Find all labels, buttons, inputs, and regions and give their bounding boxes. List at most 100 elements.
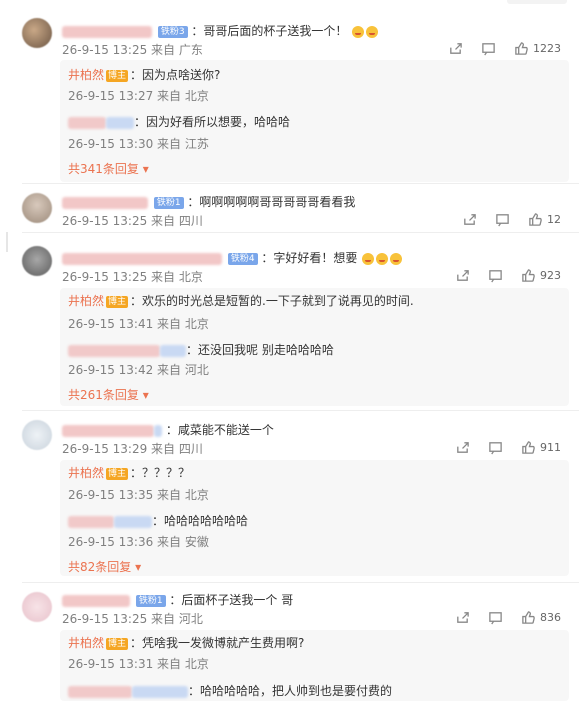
username-blurred[interactable] — [62, 196, 148, 209]
reply-meta: 26-9-15 13:41 来自 北京 — [68, 317, 209, 331]
reply-author[interactable]: 井柏然 — [68, 294, 104, 308]
reply-meta: 26-9-15 13:30 来自 江苏 — [68, 137, 209, 151]
reply-item: ：哈哈哈哈哈，把人帅到也是要付费的 — [68, 682, 392, 699]
comment-meta: 26-9-15 13:25 来自 四川 — [62, 214, 203, 228]
like-count: 923 — [540, 269, 561, 282]
divider — [22, 183, 579, 184]
chevron-down-icon: ▾ — [131, 560, 142, 574]
like-count: 12 — [547, 213, 561, 226]
more-replies-link[interactable]: 共261条回复 ▾ — [68, 386, 149, 403]
more-replies-label: 共341条回复 — [68, 162, 139, 176]
scroll-edge — [6, 232, 8, 252]
blogger-badge: 博主 — [106, 295, 129, 308]
like-count: 911 — [540, 441, 561, 454]
reply-text: ：哈哈哈哈哈哈哈 — [152, 514, 249, 528]
reply-meta: 26-9-15 13:35 来自 北京 — [68, 488, 209, 502]
comment-icon — [482, 43, 495, 56]
fan-badge: 铁粉1 — [153, 196, 184, 209]
username-blurred[interactable] — [68, 515, 114, 528]
more-replies-link[interactable]: 共341条回复 ▾ — [68, 160, 149, 177]
username-blurred[interactable] — [160, 344, 186, 357]
like-count: 836 — [540, 611, 561, 624]
comment-button[interactable] — [488, 440, 503, 455]
like-button[interactable]: 923 — [521, 268, 561, 283]
reply-item: 井柏然 博主 ：欢乐的时光总是短暂的.一下子就到了说再见的时间. — [68, 292, 414, 309]
reply-item: 井柏然 博主 ：凭啥我一发微博就产生费用啊? — [68, 634, 304, 651]
username-blurred[interactable] — [106, 116, 134, 129]
reply-author[interactable]: 井柏然 — [68, 68, 104, 82]
comment-icon — [496, 214, 509, 227]
comment-text: ：后面杯子送我一个 哥 — [169, 593, 294, 607]
avatar[interactable] — [22, 18, 52, 48]
comment-header: 铁粉1 ：后面杯子送我一个 哥 — [62, 591, 293, 608]
avatar[interactable] — [22, 193, 52, 223]
like-icon — [522, 441, 535, 454]
divider — [22, 410, 579, 411]
reply-item: ：还没回我呢 别走哈哈哈哈 — [68, 341, 334, 358]
username-blurred[interactable] — [132, 685, 188, 698]
comment-button[interactable] — [481, 41, 496, 56]
blogger-badge: 博主 — [106, 69, 129, 82]
emoji-icon — [366, 25, 379, 38]
username-blurred[interactable] — [68, 116, 106, 129]
reply-author[interactable]: 井柏然 — [68, 466, 104, 480]
username-blurred[interactable] — [62, 25, 152, 38]
divider — [22, 232, 579, 233]
username-blurred[interactable] — [114, 515, 152, 528]
share-button[interactable] — [455, 610, 470, 625]
like-button[interactable]: 836 — [521, 610, 561, 625]
comment-header: 铁粉4 ：字好好看！想要 — [62, 249, 403, 266]
share-button[interactable] — [462, 212, 477, 227]
comment-button[interactable] — [488, 268, 503, 283]
share-button[interactable] — [455, 268, 470, 283]
like-button[interactable]: 911 — [521, 440, 561, 455]
share-icon — [457, 612, 469, 623]
share-icon — [464, 214, 476, 225]
comment-header: 铁粉3 ：哥哥后面的杯子送我一个！ — [62, 22, 379, 39]
username-blurred[interactable] — [154, 424, 162, 437]
avatar[interactable] — [22, 246, 52, 276]
reply-item: ：哈哈哈哈哈哈哈 — [68, 512, 248, 529]
like-button[interactable]: 1223 — [514, 41, 561, 56]
reply-box: 井柏然 博主 ：欢乐的时光总是短暂的.一下子就到了说再见的时间. 26-9-15 1… — [60, 288, 569, 406]
username-blurred[interactable] — [68, 685, 132, 698]
emoji-icon — [362, 252, 375, 265]
username-blurred[interactable] — [62, 594, 130, 607]
comment-icon — [489, 270, 502, 283]
chevron-down-icon: ▾ — [138, 388, 149, 402]
fan-badge: 铁粉1 — [135, 594, 166, 607]
comment-header: ：咸菜能不能送一个 — [62, 421, 274, 438]
like-icon — [515, 42, 528, 55]
username-blurred[interactable] — [62, 252, 222, 265]
avatar[interactable] — [22, 592, 52, 622]
more-replies-link[interactable]: 共82条回复 ▾ — [68, 558, 141, 575]
share-button[interactable] — [455, 440, 470, 455]
reply-item: 井柏然 博主 ：因为点啥送你? — [68, 66, 220, 83]
username-blurred[interactable] — [62, 424, 154, 437]
reply-text: ：因为好看所以想要，哈哈哈 — [134, 115, 291, 129]
like-icon — [522, 269, 535, 282]
comment-meta: 26-9-15 13:25 来自 北京 — [62, 270, 203, 284]
comment-icon — [489, 612, 502, 625]
share-button[interactable] — [448, 41, 463, 56]
comment-text: ：啊啊啊啊啊哥哥哥哥哥看看我 — [187, 195, 356, 209]
chevron-down-icon: ▾ — [138, 162, 149, 176]
comment-icon — [489, 442, 502, 455]
reply-box: 井柏然 博主 ：凭啥我一发微博就产生费用啊? 26-9-15 13:31 来自 北京… — [60, 630, 569, 701]
reply-author[interactable]: 井柏然 — [68, 636, 104, 650]
reply-meta: 26-9-15 13:31 来自 北京 — [68, 657, 209, 671]
fan-badge: 铁粉3 — [157, 25, 188, 38]
reply-meta: 26-9-15 13:27 来自 北京 — [68, 89, 209, 103]
comment-button[interactable] — [488, 610, 503, 625]
comment-button[interactable] — [495, 212, 510, 227]
like-button[interactable]: 12 — [528, 212, 561, 227]
fan-badge: 铁粉4 — [227, 252, 258, 265]
reply-text: ：？？？？ — [130, 466, 191, 480]
emoji-icon — [390, 252, 403, 265]
avatar[interactable] — [22, 420, 52, 450]
share-icon — [450, 43, 462, 54]
username-blurred[interactable] — [68, 344, 160, 357]
top-edge-tab — [507, 0, 567, 4]
comment-text: ：哥哥后面的杯子送我一个！ — [191, 24, 348, 38]
emoji-icon — [376, 252, 389, 265]
